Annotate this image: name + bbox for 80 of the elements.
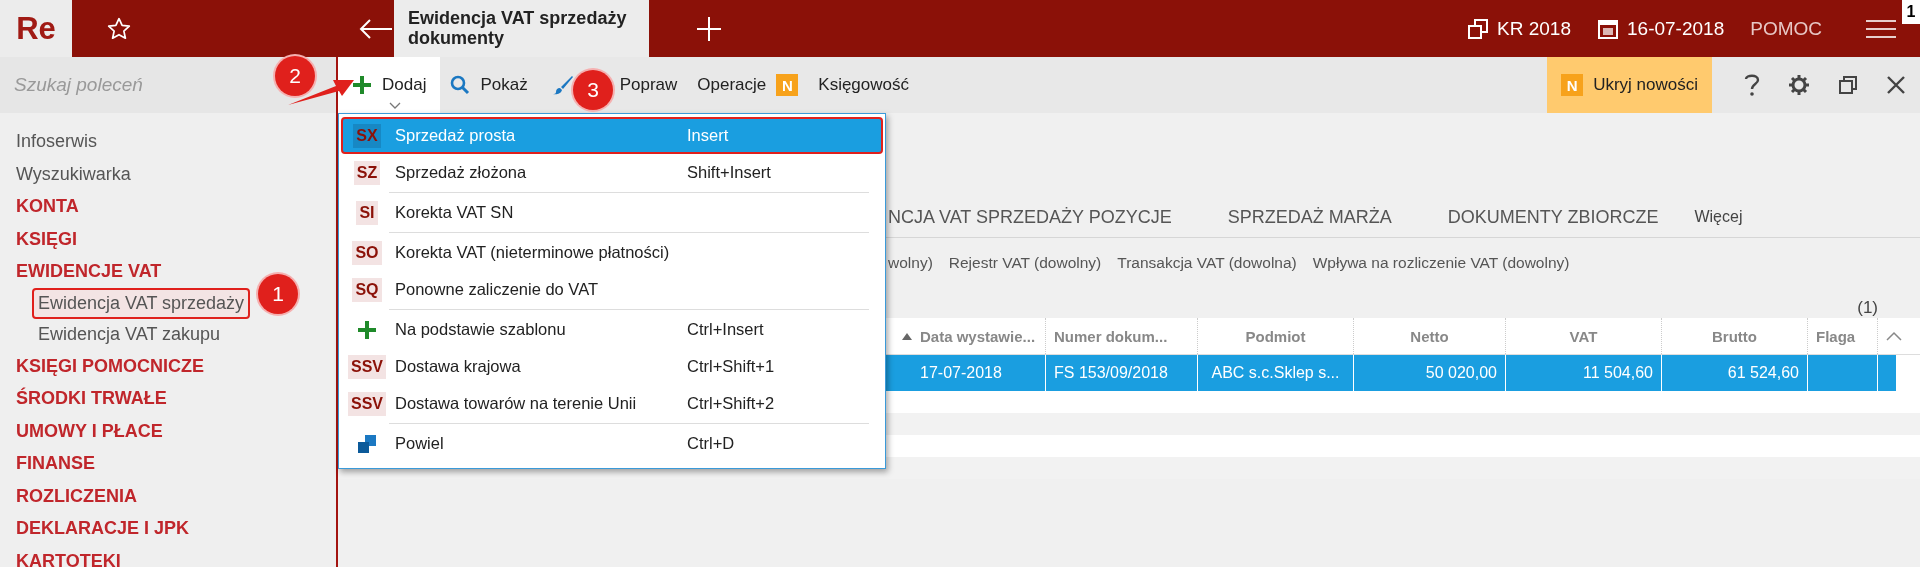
- table-cell: ABC s.c.Sklep s...: [1198, 355, 1354, 391]
- content-tab[interactable]: SPRZEDAŻ MARŻA: [1227, 206, 1392, 228]
- column-header[interactable]: Numer dokum...: [1046, 318, 1198, 354]
- period-label: KR 2018: [1497, 17, 1571, 40]
- step-callout: 2: [275, 56, 315, 96]
- star-icon[interactable]: [106, 15, 132, 42]
- sidebar-section[interactable]: FINANSE: [16, 447, 95, 480]
- document-code: SI: [356, 200, 378, 225]
- table-cell: 50 020,00: [1354, 355, 1506, 391]
- menu-item[interactable]: Na podstawie szablonu Ctrl+Insert: [341, 311, 883, 348]
- menu-item[interactable]: SQ Ponowne zaliczenie do VAT: [341, 271, 883, 308]
- content-tab[interactable]: NCJA VAT SPRZEDAŻY POZYCJE: [888, 206, 1172, 228]
- toolbar-button[interactable]: Operacje N: [687, 57, 809, 113]
- scroll-up-icon[interactable]: [1886, 331, 1902, 341]
- column-header[interactable]: Data wystawie...: [894, 318, 1046, 354]
- column-header[interactable]: Brutto: [1662, 318, 1808, 354]
- column-header[interactable]: Podmiot: [1198, 318, 1354, 354]
- document-code: SX: [353, 123, 381, 148]
- sidebar-section[interactable]: ŚRODKI TRWAŁE: [16, 382, 167, 415]
- back-arrow-icon[interactable]: [358, 17, 394, 40]
- step-callout: 1: [258, 274, 298, 314]
- sidebar-section[interactable]: KONTA: [16, 190, 79, 223]
- calendar-icon: [1597, 17, 1619, 40]
- close-icon[interactable]: [1886, 75, 1906, 95]
- filter-chip[interactable]: Wpływa na rozliczenie VAT (dowolny): [1312, 254, 1570, 272]
- sidebar-section[interactable]: KSIĘGI POMOCNICZE: [16, 349, 204, 382]
- toolbar-button[interactable]: Dodaj: [338, 57, 441, 113]
- column-header[interactable]: VAT: [1506, 318, 1662, 354]
- filter-chip[interactable]: wolny): [888, 254, 933, 272]
- table-cell: 11 504,60: [1506, 355, 1662, 391]
- sidebar-item[interactable]: Ewidencja VAT sprzedaży: [32, 287, 251, 319]
- period-icon: [1467, 17, 1490, 40]
- document-code: SSV: [348, 391, 386, 416]
- plus-icon: [357, 319, 377, 340]
- menu-item[interactable]: SZ Sprzedaż złożona Shift+Insert: [341, 154, 883, 191]
- plus-icon: [352, 75, 372, 95]
- table-cell: 61 524,60: [1662, 355, 1808, 391]
- toolbar-button[interactable]: Księgowość: [808, 57, 919, 113]
- copy-icon: [357, 433, 377, 454]
- search-icon: [450, 75, 471, 95]
- document-code: SSV: [348, 354, 386, 379]
- menu-item[interactable]: Powiel Ctrl+D: [341, 425, 883, 462]
- sort-up-icon: [902, 332, 912, 340]
- sidebar-item[interactable]: Infoserwis: [16, 125, 98, 158]
- restore-icon[interactable]: [1838, 75, 1858, 95]
- content-tab[interactable]: DOKUMENTY ZBIORCZE: [1447, 206, 1659, 228]
- corner-badge: 1: [1902, 0, 1920, 24]
- document-code: SO: [352, 240, 382, 265]
- menu-icon[interactable]: [1864, 17, 1898, 40]
- sidebar-section[interactable]: UMOWY I PŁACE: [16, 414, 163, 447]
- toolbar-button[interactable]: Pokaż: [440, 57, 538, 113]
- menu-item[interactable]: SI Korekta VAT SN: [341, 194, 883, 231]
- help-link[interactable]: POMOC: [1750, 17, 1822, 40]
- column-header[interactable]: Netto: [1354, 318, 1506, 354]
- sidebar-item[interactable]: Wyszukiwarka: [16, 157, 131, 190]
- document-code: SZ: [353, 160, 381, 185]
- content-tab[interactable]: Więcej: [1694, 208, 1743, 226]
- table-cell: FS 153/09/2018: [1046, 355, 1198, 391]
- hide-news-button[interactable]: N Ukryj nowości: [1547, 57, 1712, 113]
- sidebar-section[interactable]: DEKLARACJE I JPK: [16, 512, 190, 545]
- menu-item[interactable]: SO Korekta VAT (nieterminowe płatności): [341, 234, 883, 271]
- app-logo: Re: [0, 0, 72, 57]
- sidebar-section[interactable]: KSIĘGI: [16, 222, 77, 255]
- table-cell: 17-07-2018: [894, 355, 1046, 391]
- sidebar-section[interactable]: KARTOTEKI: [16, 544, 121, 567]
- filter-chip[interactable]: Rejestr VAT (dowolny): [948, 254, 1102, 272]
- date-label: 16-07-2018: [1627, 17, 1725, 40]
- document-tab[interactable]: Ewidencja VAT sprzedaży dokumenty: [394, 0, 649, 57]
- help-icon[interactable]: [1744, 73, 1760, 97]
- new-tab-icon[interactable]: [696, 15, 722, 42]
- column-header[interactable]: Flaga: [1808, 318, 1878, 354]
- filter-chip[interactable]: Transakcja VAT (dowolna): [1117, 254, 1297, 272]
- caret-icon: [389, 102, 402, 109]
- document-code: SQ: [352, 277, 382, 302]
- step-callout: 3: [573, 70, 613, 110]
- sidebar-section[interactable]: ROZLICZENIA: [16, 479, 137, 512]
- settings-icon[interactable]: [1788, 74, 1810, 96]
- sidebar-item[interactable]: Ewidencja VAT zakupu: [32, 318, 227, 350]
- sidebar-section[interactable]: EWIDENCJE VAT: [16, 255, 162, 288]
- record-count: (1): [1857, 298, 1878, 318]
